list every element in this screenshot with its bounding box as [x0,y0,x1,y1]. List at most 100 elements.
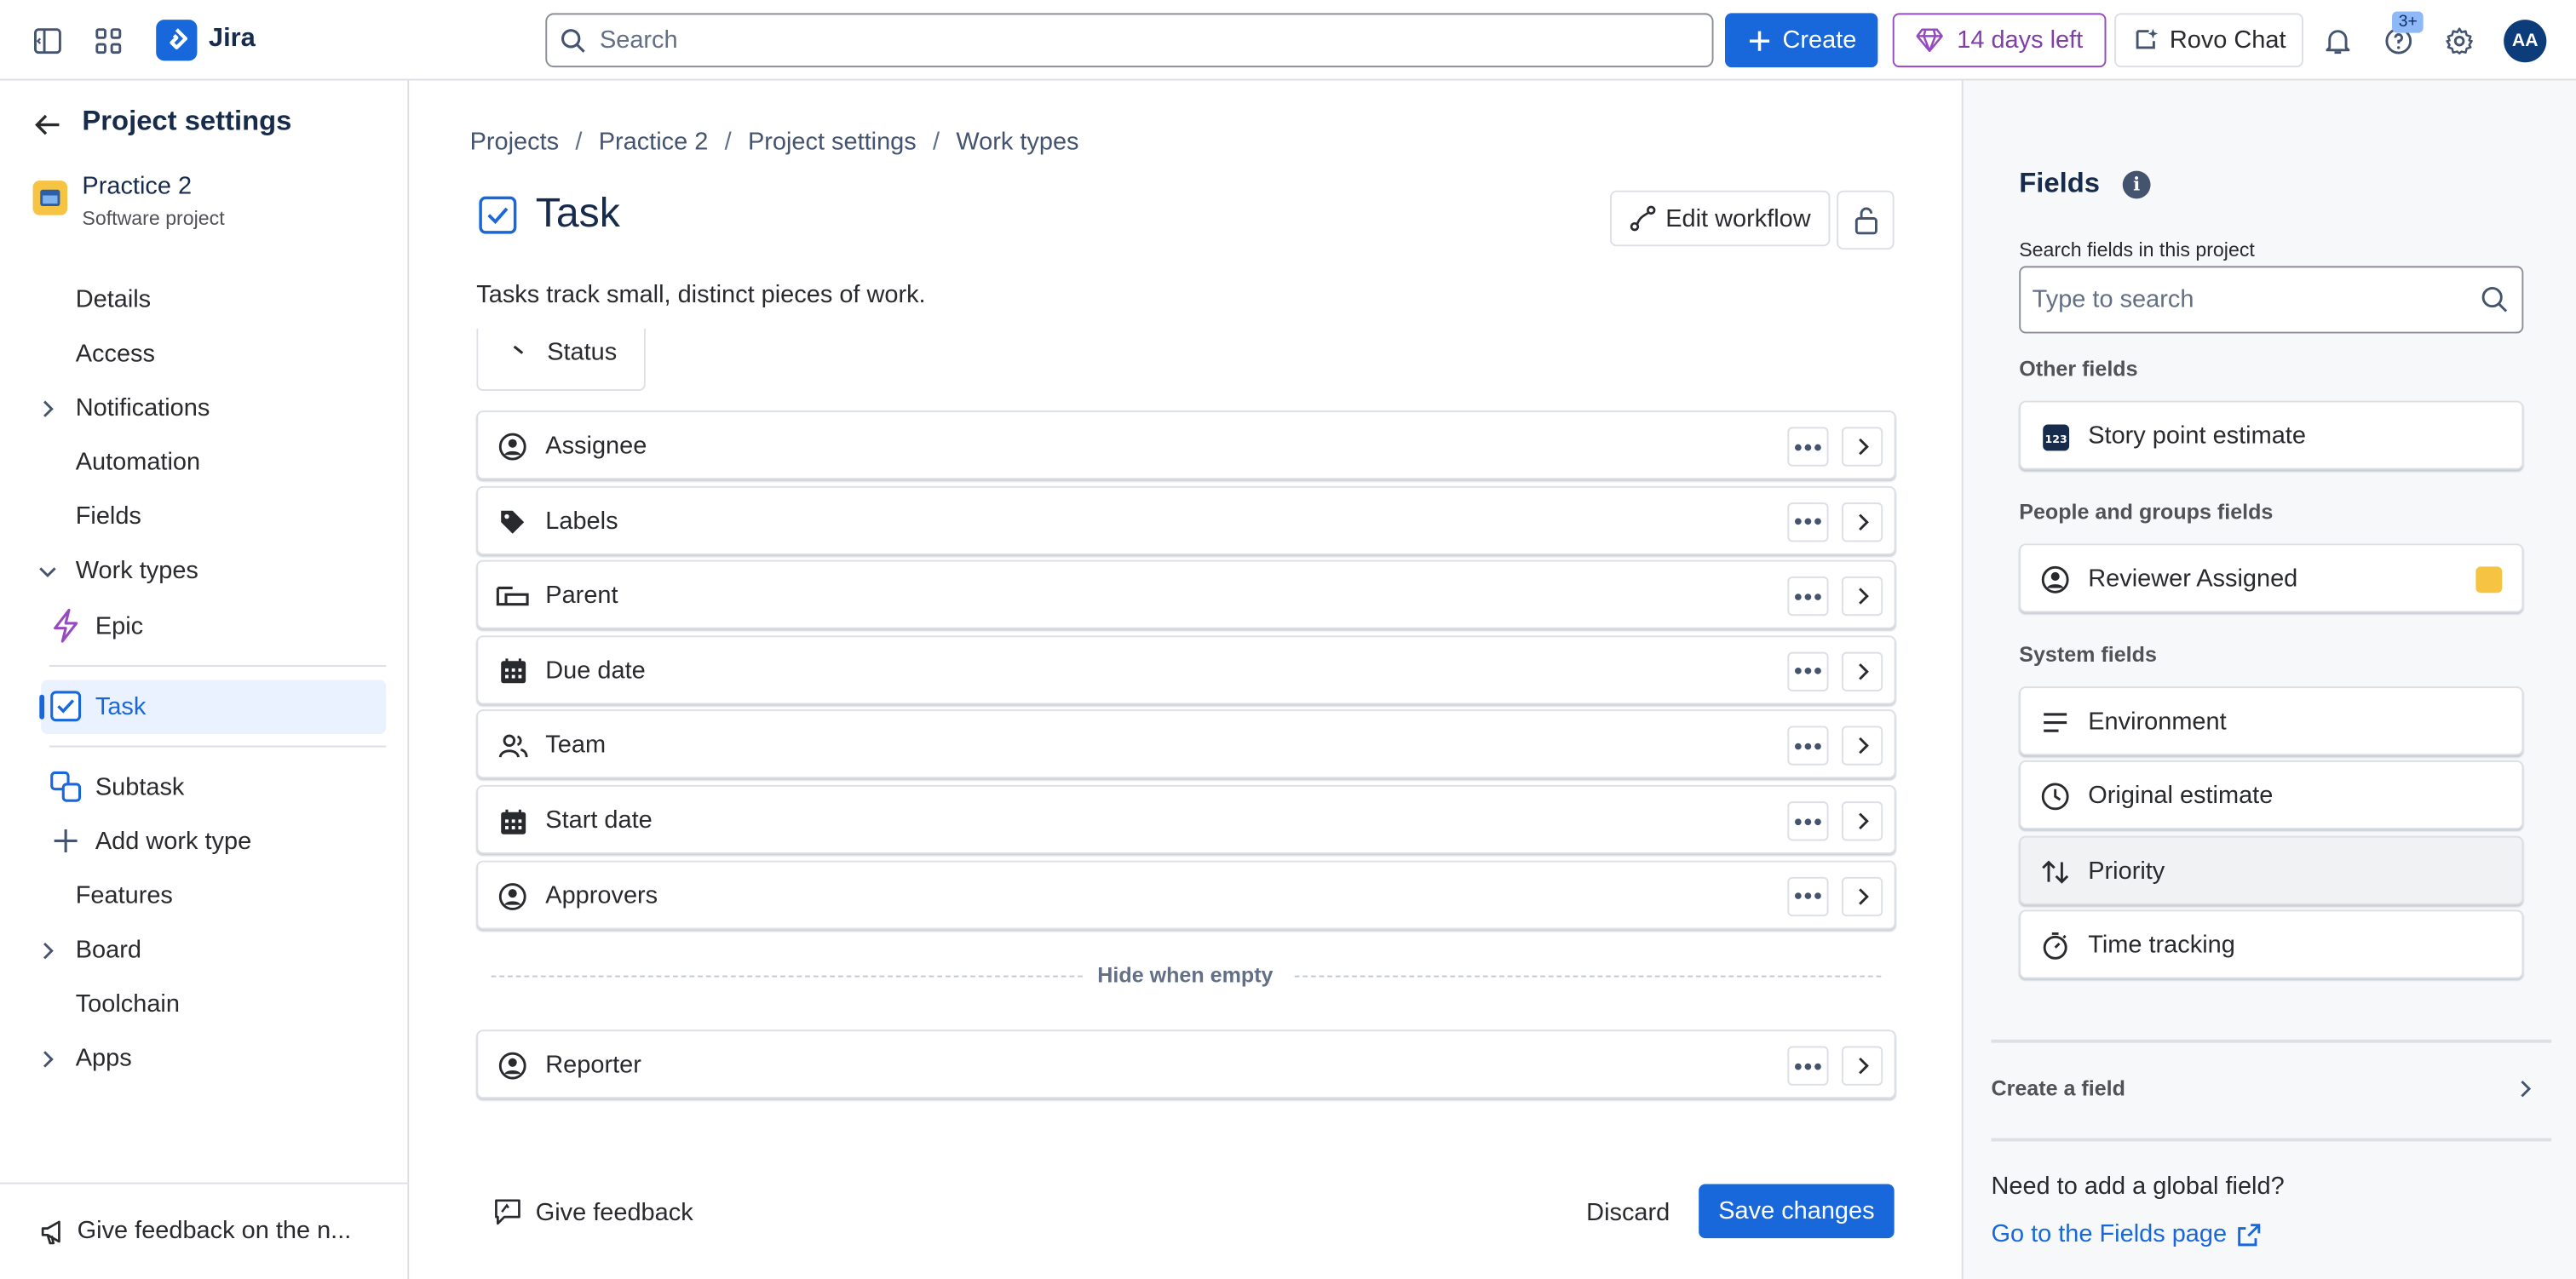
top-navigation-bar: Jira Search Create 14 days left Rovo Cha… [0,0,2576,81]
more-actions-icon[interactable] [1787,726,1829,766]
field-label: Labels [545,507,618,535]
trial-button[interactable]: 14 days left [1892,13,2107,68]
field-label: Team [545,731,607,760]
chevron-right-icon[interactable] [36,1047,59,1070]
sidebar-item-fields[interactable]: Fields [76,502,141,531]
chevron-right-icon[interactable] [1841,576,1883,617]
sidebar-item-board[interactable]: Board [76,936,141,964]
work-type-description: Tasks track small, distinct pieces of wo… [476,280,926,309]
field-card-label: Reviewer Assigned [2088,565,2298,594]
field-row-start-date[interactable]: Start date [476,784,1896,854]
sidebar-item-access[interactable]: Access [76,340,155,368]
calendar-icon [496,655,529,688]
task-checkbox-icon [50,691,82,722]
chevron-right-icon[interactable] [36,939,59,962]
create-button[interactable]: Create [1725,13,1878,68]
sidebar-item-automation[interactable]: Automation [76,449,200,477]
global-search-input[interactable]: Search [545,13,1714,68]
sidebar-item-subtask[interactable]: Subtask [49,771,185,804]
sidebar-toggle-icon[interactable] [25,18,71,64]
breadcrumb-projects[interactable]: Projects [470,128,560,156]
people-fields-heading: People and groups fields [2019,499,2274,525]
panel-divider [1991,1039,2552,1043]
field-card-story-point-estimate[interactable]: 123 Story point estimate [2019,400,2524,470]
app-name[interactable]: Jira [209,25,256,54]
fields-search-label: Search fields in this project [2019,238,2255,261]
breadcrumb-project-settings[interactable]: Project settings [748,128,917,156]
create-field-button[interactable]: Create a field [1991,1075,2125,1100]
chevron-right-icon[interactable] [1841,427,1883,467]
chevron-right-icon[interactable] [36,398,59,421]
field-row-parent[interactable]: Parent [476,560,1896,630]
other-fields-heading: Other fields [2019,356,2138,381]
more-actions-icon[interactable] [1787,1046,1829,1086]
chevron-right-icon[interactable] [2519,1079,2532,1098]
person-icon [496,1049,529,1082]
sidebar-item-toolchain[interactable]: Toolchain [76,990,180,1018]
discard-button[interactable]: Discard [1574,1185,1682,1238]
user-avatar[interactable]: AA [2504,20,2547,63]
bell-icon[interactable] [2314,18,2360,64]
chevron-right-icon[interactable] [1841,1046,1883,1086]
hide-when-empty-divider: Hide when empty [491,962,1882,992]
back-arrow-icon[interactable] [28,106,67,142]
sidebar-item-details[interactable]: Details [76,286,151,314]
field-row-assignee[interactable]: Assignee [476,410,1896,480]
field-card-reviewer-assigned[interactable]: Reviewer Assigned [2019,543,2524,613]
sidebar-feedback-footer[interactable]: Give feedback on the n... [0,1182,408,1279]
status-field-stub[interactable]: Status [476,328,646,392]
fields-page-link-label: Go to the Fields page [1991,1219,2228,1248]
tag-icon [496,505,529,538]
save-changes-button[interactable]: Save changes [1699,1184,1895,1239]
field-card-original-estimate[interactable]: Original estimate [2019,760,2524,829]
global-field-prompt: Need to add a global field? [1991,1173,2285,1201]
project-name[interactable]: Practice 2 [82,173,192,201]
fields-page-link[interactable]: Go to the Fields page [1991,1220,2263,1248]
rovo-chat-button[interactable]: Rovo Chat [2114,13,2303,68]
more-actions-icon[interactable] [1787,651,1829,691]
chevron-right-icon[interactable] [1841,876,1883,916]
sidebar-item-task[interactable]: Task [49,690,146,723]
sidebar-item-work-types[interactable]: Work types [76,557,198,585]
breadcrumb-work-types[interactable]: Work types [956,128,1078,156]
gear-icon[interactable] [2436,18,2482,64]
person-icon [2038,564,2072,597]
field-card-environment[interactable]: Environment [2019,686,2524,756]
subtask-label: Subtask [95,772,185,801]
sidebar-title: Project settings [82,105,292,137]
jira-logo-icon[interactable] [156,20,198,61]
chevron-right-icon[interactable] [1841,726,1883,766]
trial-label: 14 days left [1957,26,2084,54]
more-actions-icon[interactable] [1787,576,1829,617]
sidebar-item-features[interactable]: Features [76,882,173,910]
chevron-right-icon[interactable] [1841,502,1883,542]
field-card-time-tracking[interactable]: Time tracking [2019,909,2524,979]
sidebar-item-notifications[interactable]: Notifications [76,394,210,422]
more-actions-icon[interactable] [1787,427,1829,467]
more-actions-icon[interactable] [1787,502,1829,542]
field-card-priority[interactable]: Priority [2019,835,2524,905]
give-feedback-button[interactable]: Give feedback [493,1185,693,1238]
field-row-reporter[interactable]: Reporter [476,1030,1896,1099]
breadcrumb-project[interactable]: Practice 2 [599,128,709,156]
chevron-down-icon[interactable] [36,560,59,583]
fields-search-input[interactable]: Type to search [2019,266,2524,334]
sidebar-item-apps[interactable]: Apps [76,1045,132,1073]
chevron-right-icon[interactable] [1841,801,1883,841]
field-row-approvers[interactable]: Approvers [476,859,1896,929]
sidebar-divider [49,745,387,748]
field-row-due-date[interactable]: Due date [476,634,1896,704]
more-actions-icon[interactable] [1787,801,1829,841]
sidebar-item-epic[interactable]: Epic [49,608,143,644]
field-label: Reporter [545,1051,641,1080]
chevron-right-icon[interactable] [1841,651,1883,691]
more-actions-icon[interactable] [1787,876,1829,916]
info-icon[interactable]: i [2122,170,2151,199]
add-work-type-button[interactable]: Add work type [49,824,251,857]
field-row-team[interactable]: Team [476,709,1896,779]
field-row-labels[interactable]: Labels [476,485,1896,555]
edit-workflow-button[interactable]: Edit workflow [1610,190,1831,247]
unlock-icon[interactable] [1837,190,1895,250]
app-switcher-icon[interactable] [85,18,131,64]
sidebar-divider [49,665,387,668]
